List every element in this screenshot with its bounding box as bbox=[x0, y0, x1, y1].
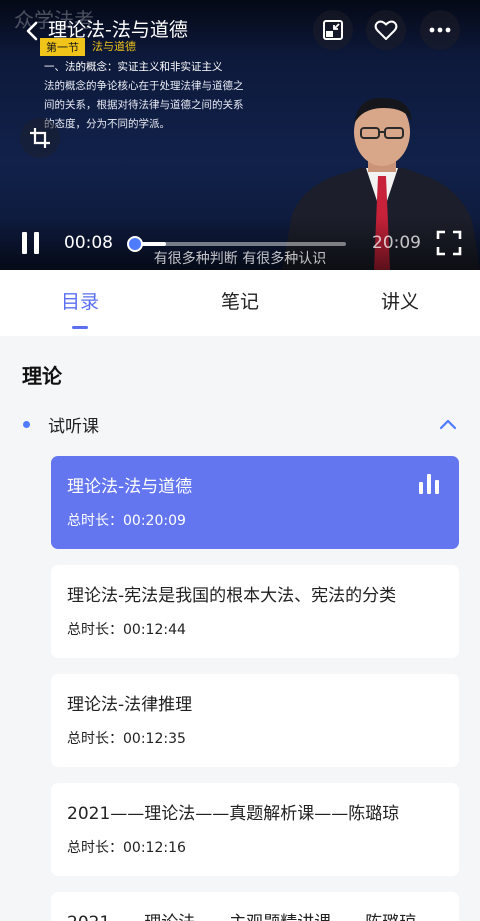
chevron-left-icon bbox=[26, 21, 38, 41]
chevron-up-icon[interactable] bbox=[438, 416, 458, 432]
crop-button[interactable] bbox=[20, 118, 60, 158]
lesson-duration: 总时长：00:20:09 bbox=[67, 513, 186, 529]
picture-in-picture-button[interactable] bbox=[313, 10, 353, 50]
tab-label: 讲义 bbox=[380, 291, 419, 313]
picture-in-picture-icon bbox=[323, 20, 343, 40]
section-title: 理论 bbox=[22, 364, 62, 388]
more-options-button[interactable] bbox=[420, 10, 460, 50]
lesson-card-active[interactable]: 理论法-法与道德 总时长：00:20:09 bbox=[51, 456, 459, 549]
lesson-title: 2021——理论法——主观题精讲课——陈璐琼 bbox=[67, 908, 416, 921]
lesson-card[interactable]: 理论法-宪法是我国的根本大法、宪法的分类 总时长：00:12:44 bbox=[51, 565, 459, 658]
tab-active-indicator bbox=[72, 326, 88, 329]
chapter-label: 试听课 bbox=[48, 417, 99, 437]
slide-line: 法的概念的争论核心在于处理法律与道德之 bbox=[44, 80, 244, 92]
slide-line: 间的关系，根据对待法律与道德之间的关系 bbox=[44, 99, 244, 111]
heart-icon bbox=[374, 20, 398, 40]
video-subtitle: 有很多种判断 有很多种认识 bbox=[153, 251, 327, 267]
video-player[interactable]: 众学法考 第一节 法与道德 一、法的概念：实证主义和非实证主义 法的概念的争论核… bbox=[0, 0, 480, 270]
lesson-duration: 总时长：00:12:16 bbox=[67, 840, 186, 856]
more-dots-icon bbox=[429, 27, 451, 33]
bullet-dot-icon bbox=[23, 421, 30, 428]
slide-line: 的态度，分为不同的学派。 bbox=[44, 118, 170, 130]
tab-label: 目录 bbox=[60, 291, 99, 313]
progress-bar[interactable] bbox=[127, 236, 346, 252]
lesson-title: 2021——理论法——真题解析课——陈璐琼 bbox=[67, 804, 400, 824]
tab-bar: 目录 笔记 讲义 bbox=[0, 270, 480, 336]
tab-handouts[interactable]: 讲义 bbox=[320, 270, 480, 336]
video-title: 理论法-法与道德 bbox=[48, 19, 188, 41]
lesson-duration: 总时长：00:12:35 bbox=[67, 731, 186, 747]
lesson-title: 理论法-法与道德 bbox=[67, 477, 193, 497]
tab-label: 笔记 bbox=[220, 291, 259, 313]
lesson-duration: 总时长：00:12:44 bbox=[67, 622, 186, 638]
crop-icon bbox=[30, 128, 50, 148]
now-playing-icon bbox=[419, 474, 441, 494]
lesson-card[interactable]: 2021——理论法——主观题精讲课——陈璐琼 bbox=[51, 892, 459, 921]
favorite-button[interactable] bbox=[366, 10, 406, 50]
tab-catalogue[interactable]: 目录 bbox=[0, 270, 160, 336]
chapter-header[interactable]: 试听课 bbox=[0, 406, 480, 442]
back-button[interactable] bbox=[18, 16, 46, 46]
slide-text: 一、法的概念：实证主义和非实证主义 法的概念的争论核心在于处理法律与道德之 间的… bbox=[44, 58, 254, 134]
tab-notes[interactable]: 笔记 bbox=[160, 270, 320, 336]
lesson-card[interactable]: 2021——理论法——真题解析课——陈璐琼 总时长：00:12:16 bbox=[51, 783, 459, 876]
lesson-card[interactable]: 理论法-法律推理 总时长：00:12:35 bbox=[51, 674, 459, 767]
lesson-title: 理论法-宪法是我国的根本大法、宪法的分类 bbox=[67, 586, 397, 606]
player-top-bar: 理论法-法与道德 bbox=[0, 0, 480, 62]
lesson-title: 理论法-法律推理 bbox=[67, 695, 193, 715]
